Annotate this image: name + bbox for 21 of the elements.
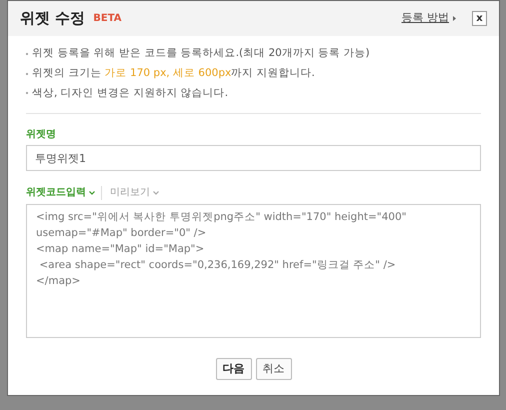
code-line: <img src="위에서 복사한 투명위젯png주소" width="170" height="400" bbox=[36, 210, 408, 226]
code-line: usemap="#Map" border="0" /> bbox=[36, 226, 208, 242]
code-line: <map name="Map" id="Map"> bbox=[36, 242, 206, 258]
dialog-title: 위젯 수정 bbox=[20, 8, 86, 30]
close-button[interactable]: x bbox=[472, 11, 487, 26]
notice-text: 색상, 디자인 변경은 지원하지 않습니다. bbox=[32, 86, 228, 100]
tab[interactable]: 위젯코드입력 bbox=[26, 185, 95, 200]
code-textarea[interactable]: <img src="위에서 복사한 투명위젯png주소" width="170" height="400" usemap="#Map" border="0" /> <map name="Map" id="Map"> <area shape="rect" coords="0,236,169,292" href="링크걸 주소" /> </map> bbox=[26, 204, 481, 338]
dialog-button[interactable]: 다음 bbox=[216, 358, 252, 380]
code-line: <area shape="rect" coords="0,236,169,292" href="링크걸 주소" /> bbox=[38, 258, 397, 274]
caret-icon bbox=[453, 16, 456, 21]
chevron-icon bbox=[89, 190, 95, 195]
notice-text: 위젯의 크기는 가로 170 px, 세로 600px까지 지원합니다. bbox=[32, 66, 315, 81]
code-line: </map> bbox=[36, 274, 82, 290]
help-link[interactable]: 등록 방법 bbox=[402, 10, 449, 27]
dialog-button[interactable]: 취소 bbox=[256, 358, 292, 380]
notice-text: 위젯 등록을 위해 받은 코드를 등록하세요.(최대 20개까지 등록 가능) bbox=[32, 46, 370, 61]
name-input[interactable]: 투명위젯1 bbox=[26, 145, 481, 172]
field-label: 위젯명 bbox=[26, 128, 57, 142]
chevron-icon bbox=[153, 190, 159, 195]
beta-label: BETA bbox=[93, 12, 122, 26]
